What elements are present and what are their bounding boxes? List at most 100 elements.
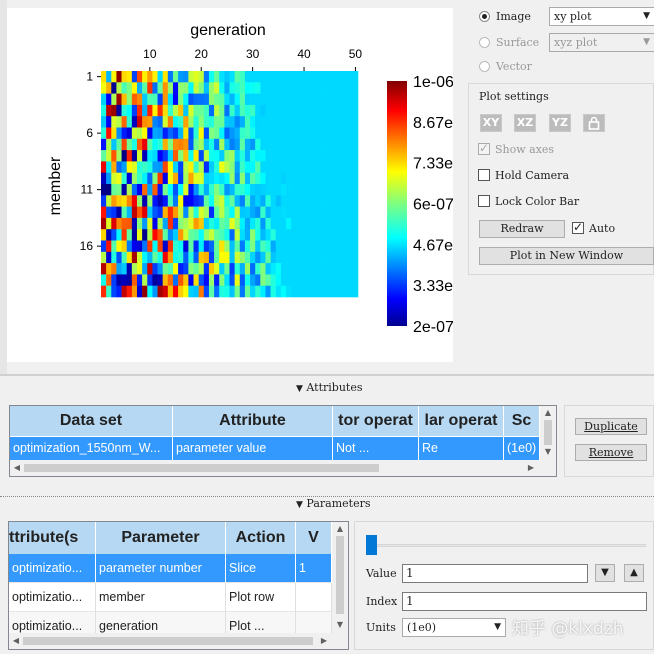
heatmap-cell — [111, 71, 117, 83]
heatmap-cell — [208, 138, 215, 151]
index-field[interactable]: 1 — [402, 592, 647, 611]
attributes-horizontal-scrollbar[interactable]: ◀ ▶ — [10, 460, 556, 476]
heatmap-cell — [286, 229, 292, 241]
heatmap-cell — [291, 206, 297, 219]
heatmap-cell — [152, 206, 158, 219]
column-header-parameter[interactable]: Parameter — [96, 522, 226, 554]
yz-view-button[interactable]: YZ — [549, 114, 571, 132]
column-header-vector-operation[interactable]: tor operat — [333, 406, 419, 436]
parameters-header[interactable]: ▼ Parameters — [296, 497, 370, 510]
auto-checkbox[interactable] — [572, 220, 584, 234]
heatmap-cell — [219, 161, 225, 173]
heatmap-cell — [131, 229, 138, 241]
column-header-attribute[interactable]: Attribute — [173, 406, 333, 436]
scrollbar-thumb[interactable] — [24, 464, 379, 472]
heatmap-cell — [255, 240, 261, 253]
surface-plot-select[interactable]: xyz plot ▼ — [549, 33, 654, 52]
heatmap-cell — [147, 82, 153, 94]
column-header-attributes[interactable]: ttribute(s — [9, 522, 96, 554]
column-header-action[interactable]: Action — [226, 522, 296, 554]
y-tick-label: 16 — [80, 239, 94, 253]
heatmap-cell — [126, 93, 133, 106]
heatmap-cell — [111, 251, 117, 264]
show-axes-checkbox[interactable] — [478, 141, 490, 155]
lock-color-bar-checkbox[interactable] — [478, 195, 490, 207]
column-header-data-set[interactable]: Data set — [10, 406, 173, 436]
heatmap-cell — [106, 206, 112, 219]
plot-in-new-window-button[interactable]: Plot in New Window — [479, 247, 654, 265]
scrollbar-thumb[interactable] — [23, 637, 313, 645]
parameter-slider-track[interactable] — [366, 544, 646, 547]
value-field[interactable]: 1 — [402, 564, 588, 583]
scroll-down-icon[interactable]: ▼ — [540, 447, 556, 456]
attributes-vertical-scrollbar[interactable]: ▲ ▼ — [540, 406, 556, 460]
column-header-value[interactable]: V — [296, 522, 332, 554]
heatmap-cell — [183, 206, 189, 219]
index-label: Index — [366, 595, 398, 608]
redraw-button[interactable]: Redraw — [479, 220, 565, 238]
heatmap-cell — [208, 285, 215, 298]
heatmap-cell — [106, 274, 112, 286]
heatmap-cell — [198, 229, 205, 241]
scroll-left-icon[interactable]: ◀ — [12, 463, 22, 472]
xy-view-button[interactable]: XY — [480, 114, 502, 132]
value-increment-button[interactable]: ▲ — [624, 564, 644, 582]
heatmap-cell — [244, 263, 251, 275]
heatmap-cell — [260, 93, 266, 106]
image-plot-select[interactable]: xy plot ▼ — [549, 7, 654, 26]
heatmap-cell — [286, 285, 292, 298]
vector-radio[interactable] — [479, 61, 490, 72]
scroll-down-icon[interactable]: ▼ — [332, 620, 348, 629]
value-decrement-button[interactable]: ▼ — [595, 564, 615, 582]
heatmap-cell — [111, 161, 117, 173]
scrollbar-thumb[interactable] — [336, 536, 344, 614]
column-header-scale[interactable]: Sc — [504, 406, 540, 436]
heatmap-cell — [162, 195, 169, 207]
hold-camera-checkbox[interactable] — [478, 169, 490, 181]
scroll-up-icon[interactable]: ▲ — [540, 408, 556, 417]
scroll-up-icon[interactable]: ▲ — [332, 524, 348, 533]
heatmap-cell — [157, 263, 163, 275]
scrollbar-thumb[interactable] — [544, 420, 552, 445]
scroll-right-icon[interactable]: ▶ — [319, 636, 329, 645]
heatmap-cell — [229, 161, 235, 173]
heatmap-cell — [116, 150, 122, 162]
xz-view-button[interactable]: XZ — [514, 114, 536, 132]
heatmap-cell — [193, 229, 199, 241]
heatmap-cell — [342, 206, 349, 219]
heatmap-cell — [131, 240, 138, 253]
surface-radio[interactable] — [479, 37, 490, 48]
heatmap-cell — [131, 71, 138, 83]
heatmap-cell — [183, 116, 189, 128]
lock-view-button[interactable] — [583, 114, 605, 132]
units-select[interactable]: (1e0) ▼ — [402, 618, 506, 637]
heatmap-cell — [296, 116, 302, 128]
heatmap-cell — [311, 116, 318, 128]
heatmap-cell — [301, 71, 307, 83]
heatmap-cell — [280, 93, 287, 106]
vector-label: Vector — [496, 60, 532, 73]
heatmap-cell — [229, 251, 235, 264]
parameters-horizontal-scrollbar[interactable]: ◀ ▶ — [9, 633, 348, 649]
heatmap-cell — [250, 184, 256, 196]
column-header-scalar-operation[interactable]: lar operat — [419, 406, 504, 436]
heatmap-cell — [342, 240, 349, 253]
duplicate-button[interactable]: Duplicate — [575, 418, 647, 435]
heatmap-cell — [311, 127, 318, 140]
plot-panel[interactable]: generation member 10 20 30 40 50 1 6 11 16 1e-0… — [7, 8, 454, 362]
heatmap-cell — [296, 285, 302, 298]
scroll-right-icon[interactable]: ▶ — [526, 463, 536, 472]
attributes-table[interactable]: Data set Attribute tor operat lar operat… — [9, 405, 557, 477]
image-radio[interactable] — [479, 11, 490, 22]
attributes-header[interactable]: ▼ Attributes — [296, 381, 363, 394]
parameters-vertical-scrollbar[interactable]: ▲ ▼ — [332, 522, 348, 633]
heatmap-cell — [229, 263, 235, 275]
parameters-table[interactable]: ttribute(s Parameter Action V optimizati… — [8, 521, 349, 650]
parameter-slider-thumb[interactable] — [366, 535, 377, 555]
heatmap-cell — [352, 82, 359, 94]
remove-button[interactable]: Remove — [575, 444, 647, 461]
heatmap-cell — [311, 184, 318, 196]
scroll-left-icon[interactable]: ◀ — [11, 636, 21, 645]
heatmap-cell — [296, 251, 302, 264]
heatmap-cell — [142, 172, 148, 185]
